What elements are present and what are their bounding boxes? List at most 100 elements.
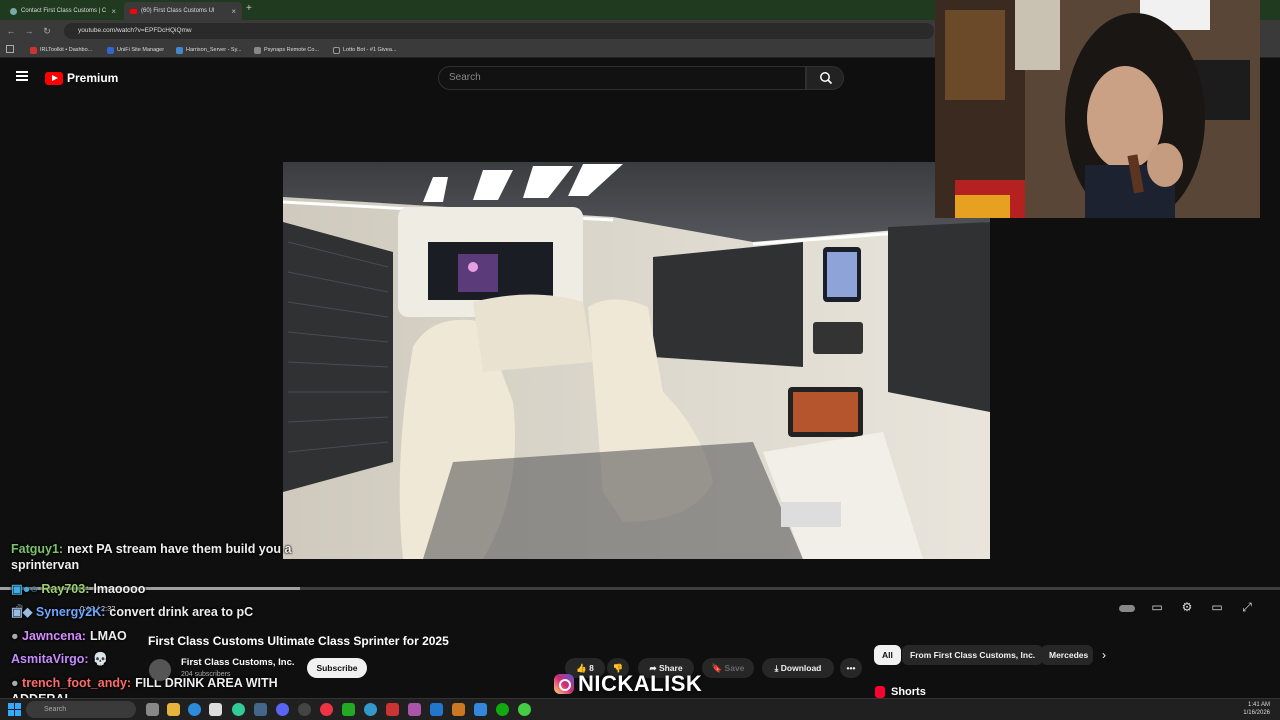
chat-text: lmaoooo <box>93 582 146 596</box>
taskbar-clock[interactable]: 1:41 AM 1/16/2026 <box>1243 701 1270 717</box>
file-explorer-icon[interactable] <box>167 703 180 716</box>
video-frame-image <box>283 162 990 559</box>
shorts-icon <box>875 686 885 698</box>
new-tab-button[interactable]: + <box>246 3 252 14</box>
close-icon[interactable]: × <box>231 7 236 16</box>
search-icon <box>820 72 833 85</box>
fullscreen-icon[interactable]: ⤢ <box>1238 600 1256 616</box>
app-icon[interactable] <box>364 703 377 716</box>
tab-label: Contact First Class Customs | C <box>21 8 107 14</box>
app-icon[interactable] <box>474 703 487 716</box>
tab-contact[interactable]: Contact First Class Customs | C × <box>4 2 122 20</box>
chevron-right-icon[interactable]: › <box>1102 648 1106 662</box>
hamburger-menu-icon[interactable] <box>16 71 28 81</box>
search-input[interactable]: Search <box>438 66 806 90</box>
store-icon[interactable] <box>209 703 222 716</box>
bookmark-item[interactable]: UniFi Site Manager <box>107 44 164 56</box>
video-player[interactable] <box>283 162 990 559</box>
windows-start-icon[interactable] <box>8 703 21 716</box>
chat-message: ▣●○ Ray703: lmaoooo <box>11 581 145 597</box>
chat-badges-icon: ▣●○ <box>11 582 38 596</box>
bookmark-label: Psynaps Remote Co... <box>264 47 320 53</box>
app-icon[interactable] <box>518 703 531 716</box>
bookmark-item[interactable]: IRLToolkit • Dashbo... <box>30 44 92 56</box>
webcam-overlay <box>935 0 1260 218</box>
bookmark-label: IRLToolkit • Dashbo... <box>40 47 93 53</box>
chat-message: ● Jawncena: LMAO <box>11 628 127 644</box>
back-icon[interactable]: ← <box>4 24 18 38</box>
save-button[interactable]: 🔖 Save <box>702 658 754 678</box>
app-icon[interactable] <box>408 703 421 716</box>
globe-icon <box>10 7 17 15</box>
clock-time: 1:41 AM <box>1247 702 1270 708</box>
apps-icon[interactable] <box>6 45 14 53</box>
bookmark-item[interactable]: Lotto Bot - #1 Givea... <box>333 44 397 56</box>
chat-badge-icon: ● <box>11 629 19 643</box>
chat-text: 💀 <box>92 652 109 666</box>
chrome-profile-icon[interactable] <box>320 703 333 716</box>
clock-date: 1/16/2026 <box>1243 710 1270 716</box>
chat-message: AsmitaVirgo: 💀 <box>11 651 108 667</box>
reload-icon[interactable]: ↻ <box>40 24 54 38</box>
edge-icon[interactable] <box>188 703 201 716</box>
app-icon[interactable] <box>342 703 355 716</box>
chat-message: Fatguy1: next PA stream have them build y… <box>11 541 351 573</box>
windows-taskbar: Search 1:41 AM 1/16/2026 <box>0 698 1280 720</box>
chat-username: Synergy2K: <box>35 605 106 619</box>
chat-text: convert drink area to pC <box>109 605 254 619</box>
chip-all[interactable]: All <box>874 645 901 665</box>
more-actions-button[interactable]: ••• <box>840 658 862 678</box>
close-icon[interactable]: × <box>111 7 116 16</box>
chat-username: Fatguy1: <box>11 542 64 556</box>
app-icon[interactable] <box>452 703 465 716</box>
bookmark-label: Lotto Bot - #1 Givea... <box>343 47 397 53</box>
channel-avatar[interactable] <box>149 659 171 681</box>
app-icon[interactable] <box>430 703 443 716</box>
chip-mercedes[interactable]: Mercedes <box>1041 645 1093 665</box>
bookmark-item[interactable]: Harrison_Server - Sy... <box>176 44 242 56</box>
save-label: Save <box>724 663 745 673</box>
search-button[interactable] <box>806 66 844 90</box>
download-label: Download <box>780 663 822 673</box>
taskbar-search-input[interactable]: Search <box>26 701 136 718</box>
bookmark-item[interactable]: Psynaps Remote Co... <box>254 44 319 56</box>
youtube-logo[interactable]: Premium <box>45 71 118 85</box>
shorts-section-title: Shorts <box>875 686 926 698</box>
app-icon[interactable] <box>496 703 509 716</box>
bookmark-label: Harrison_Server - Sy... <box>186 47 242 53</box>
download-button[interactable]: ⤓ Download <box>762 658 834 678</box>
chat-badges-icon: ▣◆ <box>11 605 33 619</box>
autoplay-toggle[interactable] <box>1118 600 1136 616</box>
app-icon[interactable] <box>254 703 267 716</box>
chat-username: Jawncena: <box>22 629 86 643</box>
obs-icon[interactable] <box>298 703 311 716</box>
subtitles-icon[interactable]: ▭ <box>1148 600 1166 616</box>
settings-gear-icon[interactable]: ⚙ <box>1178 600 1196 616</box>
video-title: First Class Customs Ultimate Class Sprin… <box>148 634 449 648</box>
streamer-webcam-image <box>935 0 1260 218</box>
url-field[interactable]: youtube.com/watch?v=EPFDcHQiQmw <box>64 23 934 39</box>
bookmark-icon: 🔖 <box>711 663 723 673</box>
app-icon[interactable] <box>386 703 399 716</box>
tab-youtube[interactable]: (60) First Class Customs Ul × <box>124 2 242 20</box>
chat-username: AsmitaVirgo: <box>11 652 89 666</box>
youtube-play-icon <box>45 71 63 85</box>
chrome-icon[interactable] <box>232 703 245 716</box>
download-icon: ⤓ <box>774 663 779 673</box>
more-icon: ••• <box>846 663 856 673</box>
chat-text: LMAO <box>89 629 127 643</box>
theater-mode-icon[interactable]: ▭ <box>1208 600 1226 616</box>
discord-icon[interactable] <box>276 703 289 716</box>
chip-from-channel[interactable]: From First Class Customs, Inc. <box>902 645 1044 665</box>
chat-message: ▣◆ Synergy2K: convert drink area to pC <box>11 604 253 620</box>
subscribe-button[interactable]: Subscribe <box>307 658 367 678</box>
bookmark-label: UniFi Site Manager <box>117 47 165 53</box>
watermark-text: NICKALISK <box>578 671 703 696</box>
chat-badge-icon: ● <box>11 676 19 690</box>
streamer-watermark: NICKALISK <box>554 671 702 697</box>
forward-icon[interactable]: → <box>22 24 36 38</box>
tab-label: (60) First Class Customs Ul <box>141 8 215 14</box>
channel-name[interactable]: First Class Customs, Inc. <box>181 657 295 668</box>
task-view-icon[interactable] <box>146 703 159 716</box>
instagram-icon <box>554 674 574 694</box>
